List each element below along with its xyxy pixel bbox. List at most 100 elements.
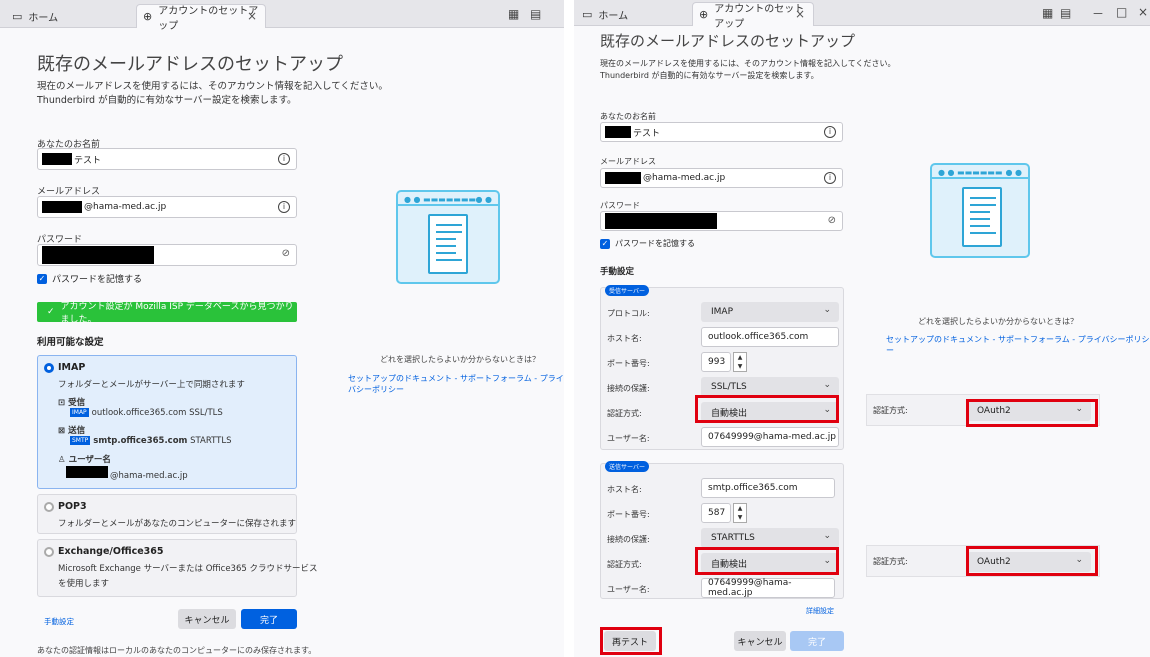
- chevron-down-icon: ⌄: [823, 531, 831, 541]
- tab-home-label: ホーム: [28, 12, 59, 24]
- port-stepper[interactable]: ▲ ▼: [733, 352, 747, 372]
- info-icon: i: [824, 126, 836, 138]
- done-button[interactable]: 完了: [790, 631, 844, 651]
- outgoing-sec: STARTTLS: [190, 436, 232, 446]
- name-field[interactable]: テスト i: [600, 122, 843, 142]
- name-value: テスト: [633, 128, 661, 139]
- protocol-select[interactable]: IMAP ⌄: [701, 302, 839, 322]
- help-question: どれを選択したらよいか分からないときは？: [380, 355, 540, 364]
- dots-icon: ● ● ▬▬▬▬▬▬▬: [404, 195, 476, 204]
- password-field[interactable]: ⊘: [37, 244, 297, 266]
- redaction: [42, 153, 72, 165]
- outgoing-user-input[interactable]: 07649999@hama-med.ac.jp: [701, 578, 835, 598]
- incoming-security-select[interactable]: SSL/TLS ⌄: [701, 377, 839, 397]
- tab-home[interactable]: ▭ ホーム: [6, 4, 64, 28]
- remember-label: パスワードを記憶する: [52, 275, 143, 285]
- imap-tag: IMAP: [70, 408, 89, 417]
- outgoing-server-pill: 送信サーバー: [605, 461, 649, 472]
- radio-selected-icon[interactable]: [44, 363, 54, 373]
- page-description: 現在のメールアドレスを使用するには、そのアカウント情報を記入してください。 Th…: [37, 80, 388, 108]
- user-value-line: @hama-med.ac.jp: [66, 466, 188, 481]
- advanced-settings-link[interactable]: 詳細設定: [806, 606, 834, 616]
- document-icon: [962, 187, 1002, 247]
- user-icon: ♙: [58, 455, 69, 465]
- dots-icon: ● ●: [475, 195, 492, 204]
- email-value: @hama-med.ac.jp: [643, 173, 726, 183]
- radio-icon[interactable]: [44, 502, 54, 512]
- auth-label: 認証方式:: [607, 409, 642, 418]
- tab-bar: ▭ ホーム ⊕ アカウントのセットアップ × ▦ ▤ － □ ×: [574, 0, 1150, 30]
- incoming-host-input[interactable]: outlook.office365.com: [701, 327, 839, 347]
- eye-slash-icon[interactable]: ⊘: [828, 215, 836, 226]
- close-tab-icon[interactable]: ×: [247, 9, 257, 23]
- pop3-desc: フォルダーとメールがあなたのコンピューターに保存されます: [58, 519, 297, 529]
- globe-icon: ⊕: [143, 10, 153, 23]
- tab-account-setup[interactable]: ⊕ アカウントのセットアップ ×: [692, 2, 814, 30]
- minimize-icon[interactable]: －: [1092, 5, 1104, 22]
- incoming-label: 受信: [68, 398, 86, 408]
- close-window-icon[interactable]: ×: [1138, 5, 1148, 19]
- remember-password-checkbox[interactable]: ✓ パスワードを記憶する: [37, 272, 142, 285]
- help-links[interactable]: セットアップのドキュメント - サポートフォーラム - プライバシーポリシー: [348, 373, 564, 395]
- maximize-icon[interactable]: □: [1116, 5, 1127, 19]
- info-icon: i: [278, 201, 290, 213]
- email-label: メールアドレス: [600, 157, 656, 166]
- imap-desc: フォルダーとメールがサーバー上で同期されます: [58, 380, 245, 390]
- right-screenshot: ▭ ホーム ⊕ アカウントのセットアップ × ▦ ▤ － □ × 既存のメールア…: [574, 0, 1150, 657]
- port-stepper[interactable]: ▲ ▼: [733, 503, 747, 523]
- check-icon: ✓: [47, 307, 55, 317]
- outgoing-security-select[interactable]: STARTTLS ⌄: [701, 528, 839, 548]
- name-label: あなたのお名前: [600, 112, 656, 121]
- incoming-heading: ⊡ 受信: [58, 396, 85, 408]
- redaction: [605, 213, 717, 229]
- help-links[interactable]: セットアップのドキュメント - サポートフォーラム - プライバシーポリシー: [886, 334, 1150, 356]
- outgoing-port-input[interactable]: 587: [701, 503, 731, 523]
- dots-icon: ● ● ▬▬▬▬▬▬: [938, 168, 1003, 177]
- security-label: 接続の保護:: [607, 535, 650, 544]
- imap-option[interactable]: IMAP フォルダーとメールがサーバー上で同期されます ⊡ 受信 IMAP out…: [37, 355, 297, 489]
- name-field[interactable]: テスト i: [37, 148, 297, 170]
- user-value: @hama-med.ac.jp: [110, 471, 188, 481]
- incoming-auth-highlight: [695, 395, 839, 423]
- port-label: ポート番号:: [607, 510, 650, 519]
- manual-setup-link[interactable]: 手動設定: [44, 616, 74, 627]
- redaction: [605, 126, 631, 138]
- tab-setup-label: アカウントのセットアップ: [158, 5, 259, 32]
- cancel-button[interactable]: キャンセル: [178, 609, 236, 629]
- imap-title: IMAP: [58, 362, 86, 373]
- tab-account-setup[interactable]: ⊕ アカウントのセットアップ ×: [136, 4, 266, 32]
- email-field[interactable]: @hama-med.ac.jp i: [37, 196, 297, 218]
- redaction: [66, 466, 108, 478]
- calendar-icon[interactable]: ▦: [508, 7, 519, 21]
- done-button[interactable]: 完了: [241, 609, 297, 629]
- tasks-icon[interactable]: ▤: [530, 7, 541, 21]
- desc-line-1: 現在のメールアドレスを使用するには、そのアカウント情報を記入してください。: [37, 81, 388, 92]
- email-field[interactable]: @hama-med.ac.jp i: [600, 168, 843, 188]
- close-tab-icon[interactable]: ×: [795, 7, 805, 21]
- exchange-desc-1: Microsoft Exchange サーバーまたは Office365 クラウ…: [58, 564, 318, 574]
- cancel-button[interactable]: キャンセル: [734, 631, 786, 651]
- tasks-icon[interactable]: ▤: [1060, 6, 1071, 20]
- eye-slash-icon[interactable]: ⊘: [282, 248, 290, 259]
- tab-home[interactable]: ▭ ホーム: [576, 2, 634, 26]
- info-icon: i: [824, 172, 836, 184]
- page-description: 現在のメールアドレスを使用するには、そのアカウント情報を記入してください。 Th…: [600, 58, 896, 82]
- calendar-icon[interactable]: ▦: [1042, 6, 1053, 20]
- redaction: [605, 172, 641, 184]
- exchange-option[interactable]: Exchange/Office365 Microsoft Exchange サー…: [37, 539, 317, 597]
- password-label: パスワード: [600, 201, 640, 210]
- manual-setup-title: 手動設定: [600, 267, 635, 277]
- incoming-port-input[interactable]: 993: [701, 352, 731, 372]
- outgoing-heading: ⊠ 送信: [58, 424, 85, 436]
- tab-home-label: ホーム: [598, 10, 629, 22]
- password-field[interactable]: ⊘: [600, 211, 843, 231]
- pop3-option[interactable]: POP3 フォルダーとメールがあなたのコンピューターに保存されます: [37, 494, 297, 534]
- help-question: どれを選択したらよいか分からないときは？: [918, 317, 1078, 326]
- remember-password-checkbox[interactable]: ✓ パスワードを記憶する: [600, 238, 695, 249]
- checkmark-icon: ✓: [37, 273, 47, 284]
- desc-line-2: Thunderbird が自動的に有効なサーバー設定を検索します。: [600, 71, 819, 80]
- radio-icon[interactable]: [44, 547, 54, 557]
- outgoing-host-input[interactable]: smtp.office365.com: [701, 478, 835, 498]
- chevron-down-icon: ⌄: [823, 380, 831, 390]
- incoming-user-input[interactable]: 07649999@hama-med.ac.jp: [701, 427, 839, 447]
